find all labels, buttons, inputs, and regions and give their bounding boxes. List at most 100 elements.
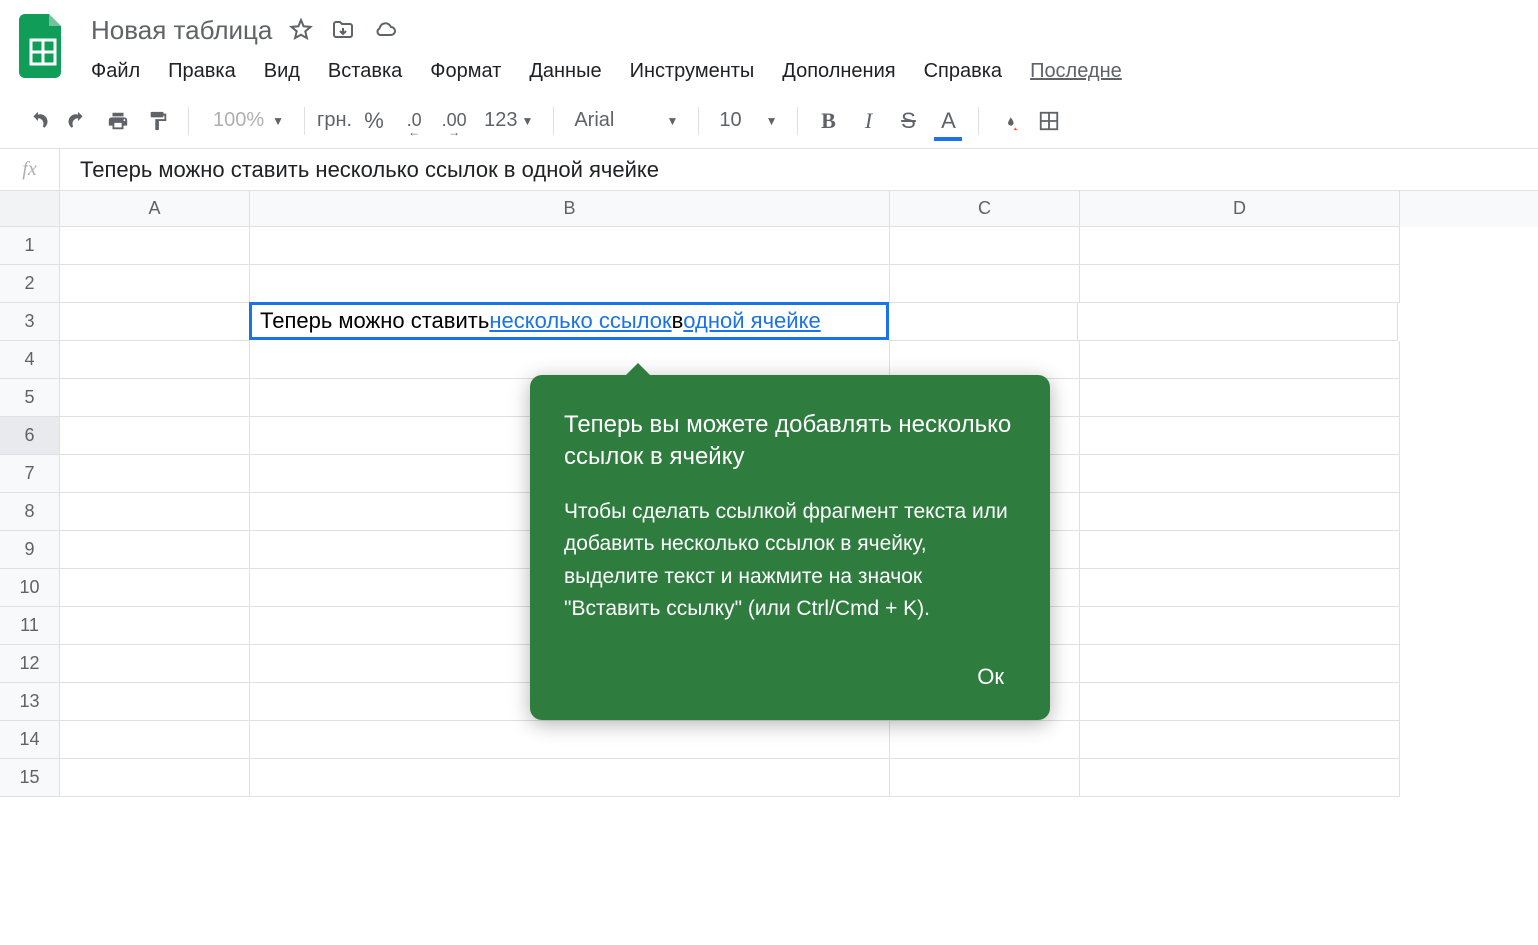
row-header-6[interactable]: 6 — [0, 417, 60, 455]
toolbar: 100%▼ грн. % .0← .00→ 123▼ Arial▼ 10▼ B … — [0, 93, 1538, 149]
cell-D12[interactable] — [1080, 645, 1400, 683]
sheets-logo[interactable] — [15, 10, 71, 82]
cell-A7[interactable] — [60, 455, 250, 493]
promo-ok-button[interactable]: Ок — [965, 656, 1016, 698]
cell-D8[interactable] — [1080, 493, 1400, 531]
zoom-dropdown[interactable]: 100%▼ — [201, 109, 292, 132]
font-family-dropdown[interactable]: Arial▼ — [566, 109, 686, 132]
cell-D10[interactable] — [1080, 569, 1400, 607]
cell-D2[interactable] — [1080, 265, 1400, 303]
strikethrough-button[interactable]: S — [890, 103, 926, 139]
cell-A1[interactable] — [60, 227, 250, 265]
cell-B3[interactable]: Теперь можно ставить несколько ссылок в … — [249, 302, 889, 340]
row-header-2[interactable]: 2 — [0, 265, 60, 303]
bold-button[interactable]: B — [810, 103, 846, 139]
row-header-14[interactable]: 14 — [0, 721, 60, 759]
menu-insert[interactable]: Вставка — [328, 60, 402, 83]
cell-D13[interactable] — [1080, 683, 1400, 721]
cell-A14[interactable] — [60, 721, 250, 759]
cell-A12[interactable] — [60, 645, 250, 683]
cell-A2[interactable] — [60, 265, 250, 303]
row-header-7[interactable]: 7 — [0, 455, 60, 493]
cell-C1[interactable] — [890, 227, 1080, 265]
menu-view[interactable]: Вид — [264, 60, 300, 83]
percent-button[interactable]: % — [356, 103, 392, 139]
col-header-D[interactable]: D — [1080, 191, 1400, 227]
fill-color-button[interactable] — [991, 103, 1027, 139]
row-header-3[interactable]: 3 — [0, 303, 60, 341]
cell-A13[interactable] — [60, 683, 250, 721]
number-format-dropdown[interactable]: 123▼ — [476, 109, 541, 132]
move-icon[interactable] — [330, 17, 356, 43]
cloud-icon[interactable] — [372, 17, 398, 43]
cell-D6[interactable] — [1080, 417, 1400, 455]
currency-button[interactable]: грн. — [317, 103, 352, 139]
italic-button[interactable]: I — [850, 103, 886, 139]
document-title[interactable]: Новая таблица — [91, 15, 272, 46]
cell-B14[interactable] — [250, 721, 890, 759]
cell-A4[interactable] — [60, 341, 250, 379]
cell-C15[interactable] — [890, 759, 1080, 797]
cell-C3[interactable] — [888, 303, 1078, 341]
cell-A15[interactable] — [60, 759, 250, 797]
row-header-15[interactable]: 15 — [0, 759, 60, 797]
redo-button[interactable] — [60, 103, 96, 139]
decrease-decimal-button[interactable]: .0← — [396, 103, 432, 139]
cell-A8[interactable] — [60, 493, 250, 531]
menu-last-edit[interactable]: Последне — [1030, 60, 1122, 83]
cell-link-1[interactable]: несколько ссылок — [489, 308, 671, 334]
cell-B2[interactable] — [250, 265, 890, 303]
font-size-dropdown[interactable]: 10▼ — [711, 109, 785, 132]
cell-A3[interactable] — [60, 303, 250, 341]
cell-A11[interactable] — [60, 607, 250, 645]
formula-input[interactable]: Теперь можно ставить несколько ссылок в … — [60, 157, 1538, 183]
undo-button[interactable] — [20, 103, 56, 139]
increase-decimal-button[interactable]: .00→ — [436, 103, 472, 139]
cell-D5[interactable] — [1080, 379, 1400, 417]
col-header-C[interactable]: C — [890, 191, 1080, 227]
cell-C2[interactable] — [890, 265, 1080, 303]
cell-C4[interactable] — [890, 341, 1080, 379]
cell-B1[interactable] — [250, 227, 890, 265]
cell-A6[interactable] — [60, 417, 250, 455]
cell-D9[interactable] — [1080, 531, 1400, 569]
row-header-1[interactable]: 1 — [0, 227, 60, 265]
cell-B15[interactable] — [250, 759, 890, 797]
cell-A10[interactable] — [60, 569, 250, 607]
row-header-12[interactable]: 12 — [0, 645, 60, 683]
menu-file[interactable]: Файл — [91, 60, 140, 83]
col-header-A[interactable]: A — [60, 191, 250, 227]
print-button[interactable] — [100, 103, 136, 139]
menu-format[interactable]: Формат — [430, 60, 501, 83]
cell-D15[interactable] — [1080, 759, 1400, 797]
star-icon[interactable] — [288, 17, 314, 43]
cell-D7[interactable] — [1080, 455, 1400, 493]
menu-edit[interactable]: Правка — [168, 60, 236, 83]
menu-tools[interactable]: Инструменты — [630, 60, 755, 83]
row-header-8[interactable]: 8 — [0, 493, 60, 531]
row-header-11[interactable]: 11 — [0, 607, 60, 645]
row-header-9[interactable]: 9 — [0, 531, 60, 569]
cell-D4[interactable] — [1080, 341, 1400, 379]
menu-help[interactable]: Справка — [924, 60, 1002, 83]
row-header-4[interactable]: 4 — [0, 341, 60, 379]
row-header-13[interactable]: 13 — [0, 683, 60, 721]
cell-D1[interactable] — [1080, 227, 1400, 265]
cell-link-2[interactable]: одной ячейке — [683, 308, 820, 334]
row-header-5[interactable]: 5 — [0, 379, 60, 417]
select-all-corner[interactable] — [0, 191, 60, 227]
cell-D11[interactable] — [1080, 607, 1400, 645]
text-color-button[interactable]: A — [930, 103, 966, 139]
cell-A9[interactable] — [60, 531, 250, 569]
cell-C14[interactable] — [890, 721, 1080, 759]
menu-data[interactable]: Данные — [529, 60, 601, 83]
cell-D14[interactable] — [1080, 721, 1400, 759]
paint-format-button[interactable] — [140, 103, 176, 139]
menu-addons[interactable]: Дополнения — [782, 60, 895, 83]
row-header-10[interactable]: 10 — [0, 569, 60, 607]
cell-B4[interactable] — [250, 341, 890, 379]
borders-button[interactable] — [1031, 103, 1067, 139]
cell-A5[interactable] — [60, 379, 250, 417]
cell-D3[interactable] — [1078, 303, 1398, 341]
col-header-B[interactable]: B — [250, 191, 890, 227]
